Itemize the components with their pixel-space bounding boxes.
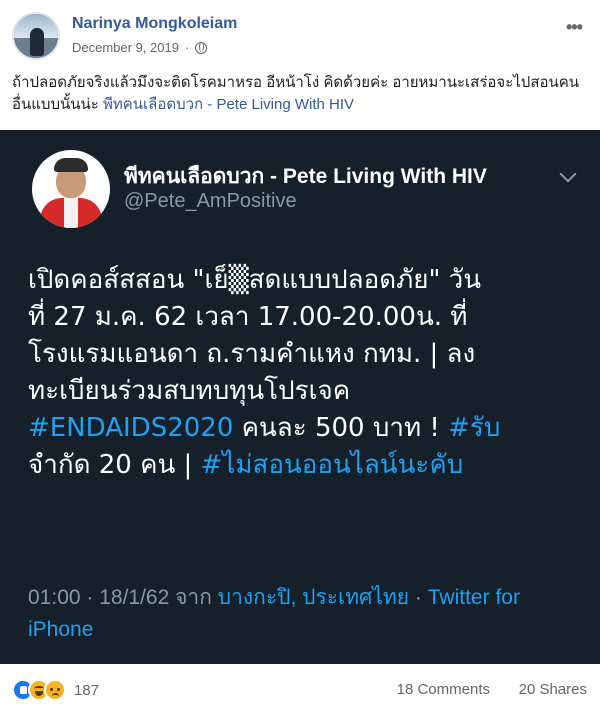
- tweet-text: เปิดคอส์สสอน "เย็▒สดแบบปลอดภัย" วัน ที่ …: [28, 262, 584, 524]
- tweet-line-text: คนละ 500 บาท !: [233, 413, 449, 443]
- more-icon[interactable]: •••: [564, 18, 584, 36]
- tweet-line: ทะเบียนร่วมสบทบทุนโปรเจค: [28, 376, 351, 406]
- sad-icon: [44, 679, 66, 701]
- tweet-meta-dot: ·: [409, 586, 428, 609]
- tweet-line: #ENDAIDS2020 คนละ 500 บาท ! #รับ: [28, 410, 584, 447]
- meta-separator: ·: [184, 40, 190, 55]
- tweet-line: โรงแรมแอนดา ถ.รามคำแหง กทม. | ลง: [28, 339, 476, 369]
- hashtag: #ไม่สอนออนไลน์นะคับ: [200, 450, 464, 480]
- post-date[interactable]: December 9, 2019: [72, 40, 179, 55]
- post-meta: December 9, 2019 ·: [72, 40, 208, 55]
- comments-count[interactable]: 18 Comments: [397, 681, 490, 698]
- tweet-line: เปิดคอส์สสอน "เย็▒สดแบบปลอดภัย" วัน: [28, 265, 482, 295]
- avatar-shirt: [64, 198, 78, 228]
- shares-count[interactable]: 20 Shares: [519, 681, 587, 698]
- avatar-person: [30, 28, 44, 56]
- tweet-meta: 01:00 · 18/1/62 จาก บางกะปิ, ประเทศไทย ·…: [28, 582, 588, 646]
- post-caption: ถ้าปลอดภัยจริงแล้วมึงจะติดโรคมาหรอ อีหน้…: [12, 72, 582, 116]
- tweet-line-text: จำกัด 20 คน |: [28, 450, 201, 480]
- author-name[interactable]: Narinya Mongkoleiam: [72, 15, 237, 33]
- hashtag: #ENDAIDS2020: [28, 413, 234, 443]
- tweet-timestamp: 01:00 · 18/1/62 จาก: [28, 586, 218, 609]
- tweet-handle: @Pete_AmPositive: [124, 190, 297, 212]
- tweet-line: ที่ 27 ม.ค. 62 เวลา 17.00-20.00น. ที่: [28, 302, 468, 332]
- tweet-line: จำกัด 20 คน | #ไม่สอนออนไลน์นะคับ: [28, 447, 584, 484]
- author-avatar[interactable]: [12, 12, 60, 60]
- reaction-count: 187: [74, 681, 100, 699]
- caption-page-link[interactable]: พีทคนเลือดบวก - Pete Living With HIV: [103, 96, 354, 113]
- avatar-hair: [54, 158, 88, 172]
- tweet-location: บางกะปิ, ประเทศไทย: [217, 586, 410, 609]
- globe-icon: [195, 41, 208, 54]
- chevron-down-icon: [559, 165, 577, 183]
- tweet-avatar: [32, 150, 110, 228]
- tweet-display-name: พีทคนเลือดบวก - Pete Living With HIV: [124, 165, 487, 188]
- hashtag: #รับ: [448, 413, 501, 443]
- reactions-summary[interactable]: 187: [12, 679, 99, 701]
- tweet-screenshot[interactable]: พีทคนเลือดบวก - Pete Living With HIV @Pe…: [0, 130, 600, 664]
- facebook-post: Narinya Mongkoleiam December 9, 2019 · •…: [0, 0, 600, 711]
